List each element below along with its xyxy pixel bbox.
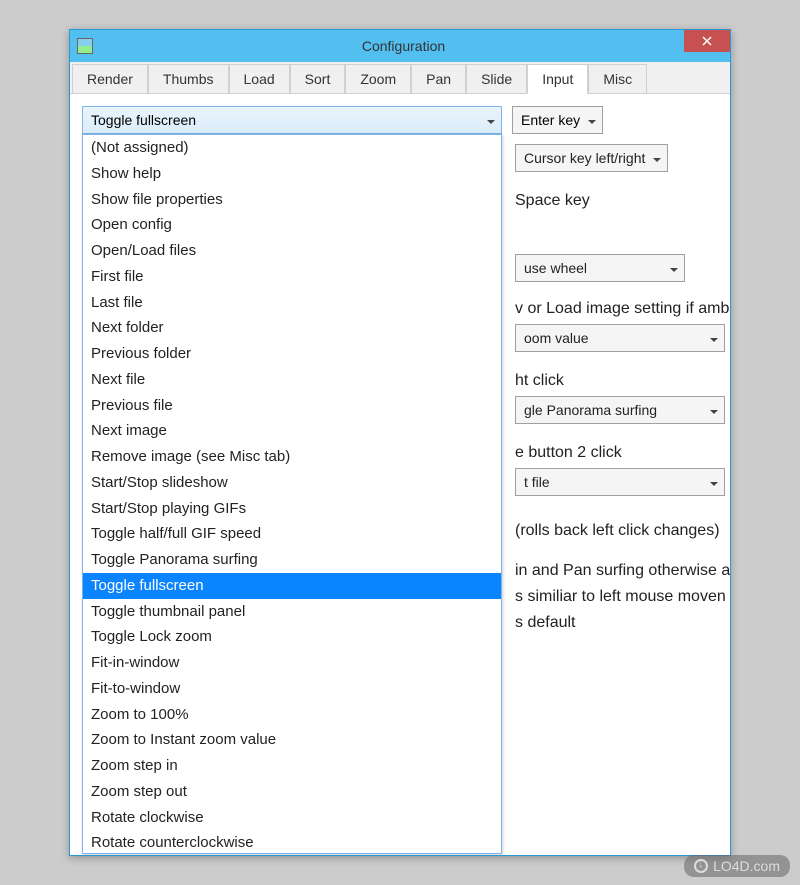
list-item[interactable]: Rotate clockwise [83, 805, 501, 831]
tab-input[interactable]: Input [527, 64, 588, 94]
enter-key-value: Enter key [521, 112, 580, 128]
tab-bar: Render Thumbs Load Sort Zoom Pan Slide I… [70, 62, 730, 94]
right-click-label: ht click [515, 372, 564, 390]
list-item[interactable]: Open config [83, 212, 501, 238]
tab-zoom[interactable]: Zoom [345, 64, 411, 93]
tab-slide[interactable]: Slide [466, 64, 527, 93]
load-setting-label: v or Load image setting if amb [515, 300, 729, 318]
mouse-move-text: s similiar to left mouse moven [515, 588, 726, 606]
space-key-label: Space key [515, 192, 590, 210]
zoom-value-text: oom value [524, 330, 589, 346]
zoom-value-select[interactable]: oom value [515, 324, 725, 352]
action-dropdown[interactable]: Toggle fullscreen [82, 106, 502, 134]
list-item[interactable]: Remove image (see Misc tab) [83, 444, 501, 470]
list-item[interactable]: (Not assigned) [83, 135, 501, 161]
panorama-value: gle Panorama surfing [524, 402, 657, 418]
watermark-text: LO4D.com [713, 858, 780, 874]
tfile-value: t file [524, 474, 550, 490]
list-item[interactable]: First file [83, 264, 501, 290]
enter-key-select[interactable]: Enter key [512, 106, 603, 134]
close-icon [702, 36, 712, 46]
wheel-select[interactable]: use wheel [515, 254, 685, 282]
pan-surfing-text: in and Pan surfing otherwise as [515, 562, 730, 580]
list-item[interactable]: Next folder [83, 315, 501, 341]
list-item[interactable]: Toggle half/full GIF speed [83, 521, 501, 547]
action-dropdown-list[interactable]: (Not assigned) Show help Show file prope… [82, 134, 502, 854]
list-item[interactable]: Last file [83, 290, 501, 316]
list-item[interactable]: Next image [83, 418, 501, 444]
default-text: s default [515, 614, 575, 632]
content-area: Toggle fullscreen Enter key Cursor key l… [70, 94, 730, 855]
list-item[interactable]: Zoom to Instant zoom value [83, 727, 501, 753]
chevron-down-icon [487, 112, 495, 128]
window-title: Configuration [77, 38, 730, 54]
list-item[interactable]: Zoom step in [83, 753, 501, 779]
tab-load[interactable]: Load [229, 64, 290, 93]
config-window: Configuration Render Thumbs Load Sort Zo… [69, 29, 731, 856]
list-item[interactable]: Fit-to-window [83, 676, 501, 702]
list-item[interactable]: Show help [83, 161, 501, 187]
tab-thumbs[interactable]: Thumbs [148, 64, 229, 93]
tab-misc[interactable]: Misc [588, 64, 647, 93]
rolls-back-text: (rolls back left click changes) [515, 522, 720, 540]
tab-sort[interactable]: Sort [290, 64, 346, 93]
titlebar: Configuration [70, 30, 730, 62]
download-icon [694, 859, 708, 873]
close-button[interactable] [684, 30, 730, 52]
action-dropdown-value: Toggle fullscreen [91, 112, 196, 128]
list-item[interactable]: Fit-in-window [83, 650, 501, 676]
list-item[interactable]: Start/Stop slideshow [83, 470, 501, 496]
chevron-down-icon [710, 402, 718, 418]
chevron-down-icon [670, 260, 678, 276]
button2-label: e button 2 click [515, 444, 622, 462]
wheel-value: use wheel [524, 260, 587, 276]
tab-pan[interactable]: Pan [411, 64, 466, 93]
list-item[interactable]: Next file [83, 367, 501, 393]
chevron-down-icon [588, 112, 596, 128]
list-item[interactable]: Rotate counterclockwise [83, 830, 501, 854]
list-item[interactable]: Toggle thumbnail panel [83, 599, 501, 625]
list-item[interactable]: Open/Load files [83, 238, 501, 264]
panorama-select[interactable]: gle Panorama surfing [515, 396, 725, 424]
chevron-down-icon [653, 150, 661, 166]
list-item[interactable]: Zoom to 100% [83, 702, 501, 728]
list-item[interactable]: Toggle Panorama surfing [83, 547, 501, 573]
tab-render[interactable]: Render [72, 64, 148, 93]
list-item[interactable]: Start/Stop playing GIFs [83, 496, 501, 522]
chevron-down-icon [710, 330, 718, 346]
tfile-select[interactable]: t file [515, 468, 725, 496]
list-item-selected[interactable]: Toggle fullscreen [83, 573, 501, 599]
list-item[interactable]: Previous file [83, 393, 501, 419]
cursor-key-value: Cursor key left/right [524, 150, 645, 166]
list-item[interactable]: Previous folder [83, 341, 501, 367]
watermark: LO4D.com [684, 855, 790, 877]
cursor-key-select[interactable]: Cursor key left/right [515, 144, 668, 172]
list-item[interactable]: Zoom step out [83, 779, 501, 805]
list-item[interactable]: Show file properties [83, 187, 501, 213]
list-item[interactable]: Toggle Lock zoom [83, 624, 501, 650]
chevron-down-icon [710, 474, 718, 490]
